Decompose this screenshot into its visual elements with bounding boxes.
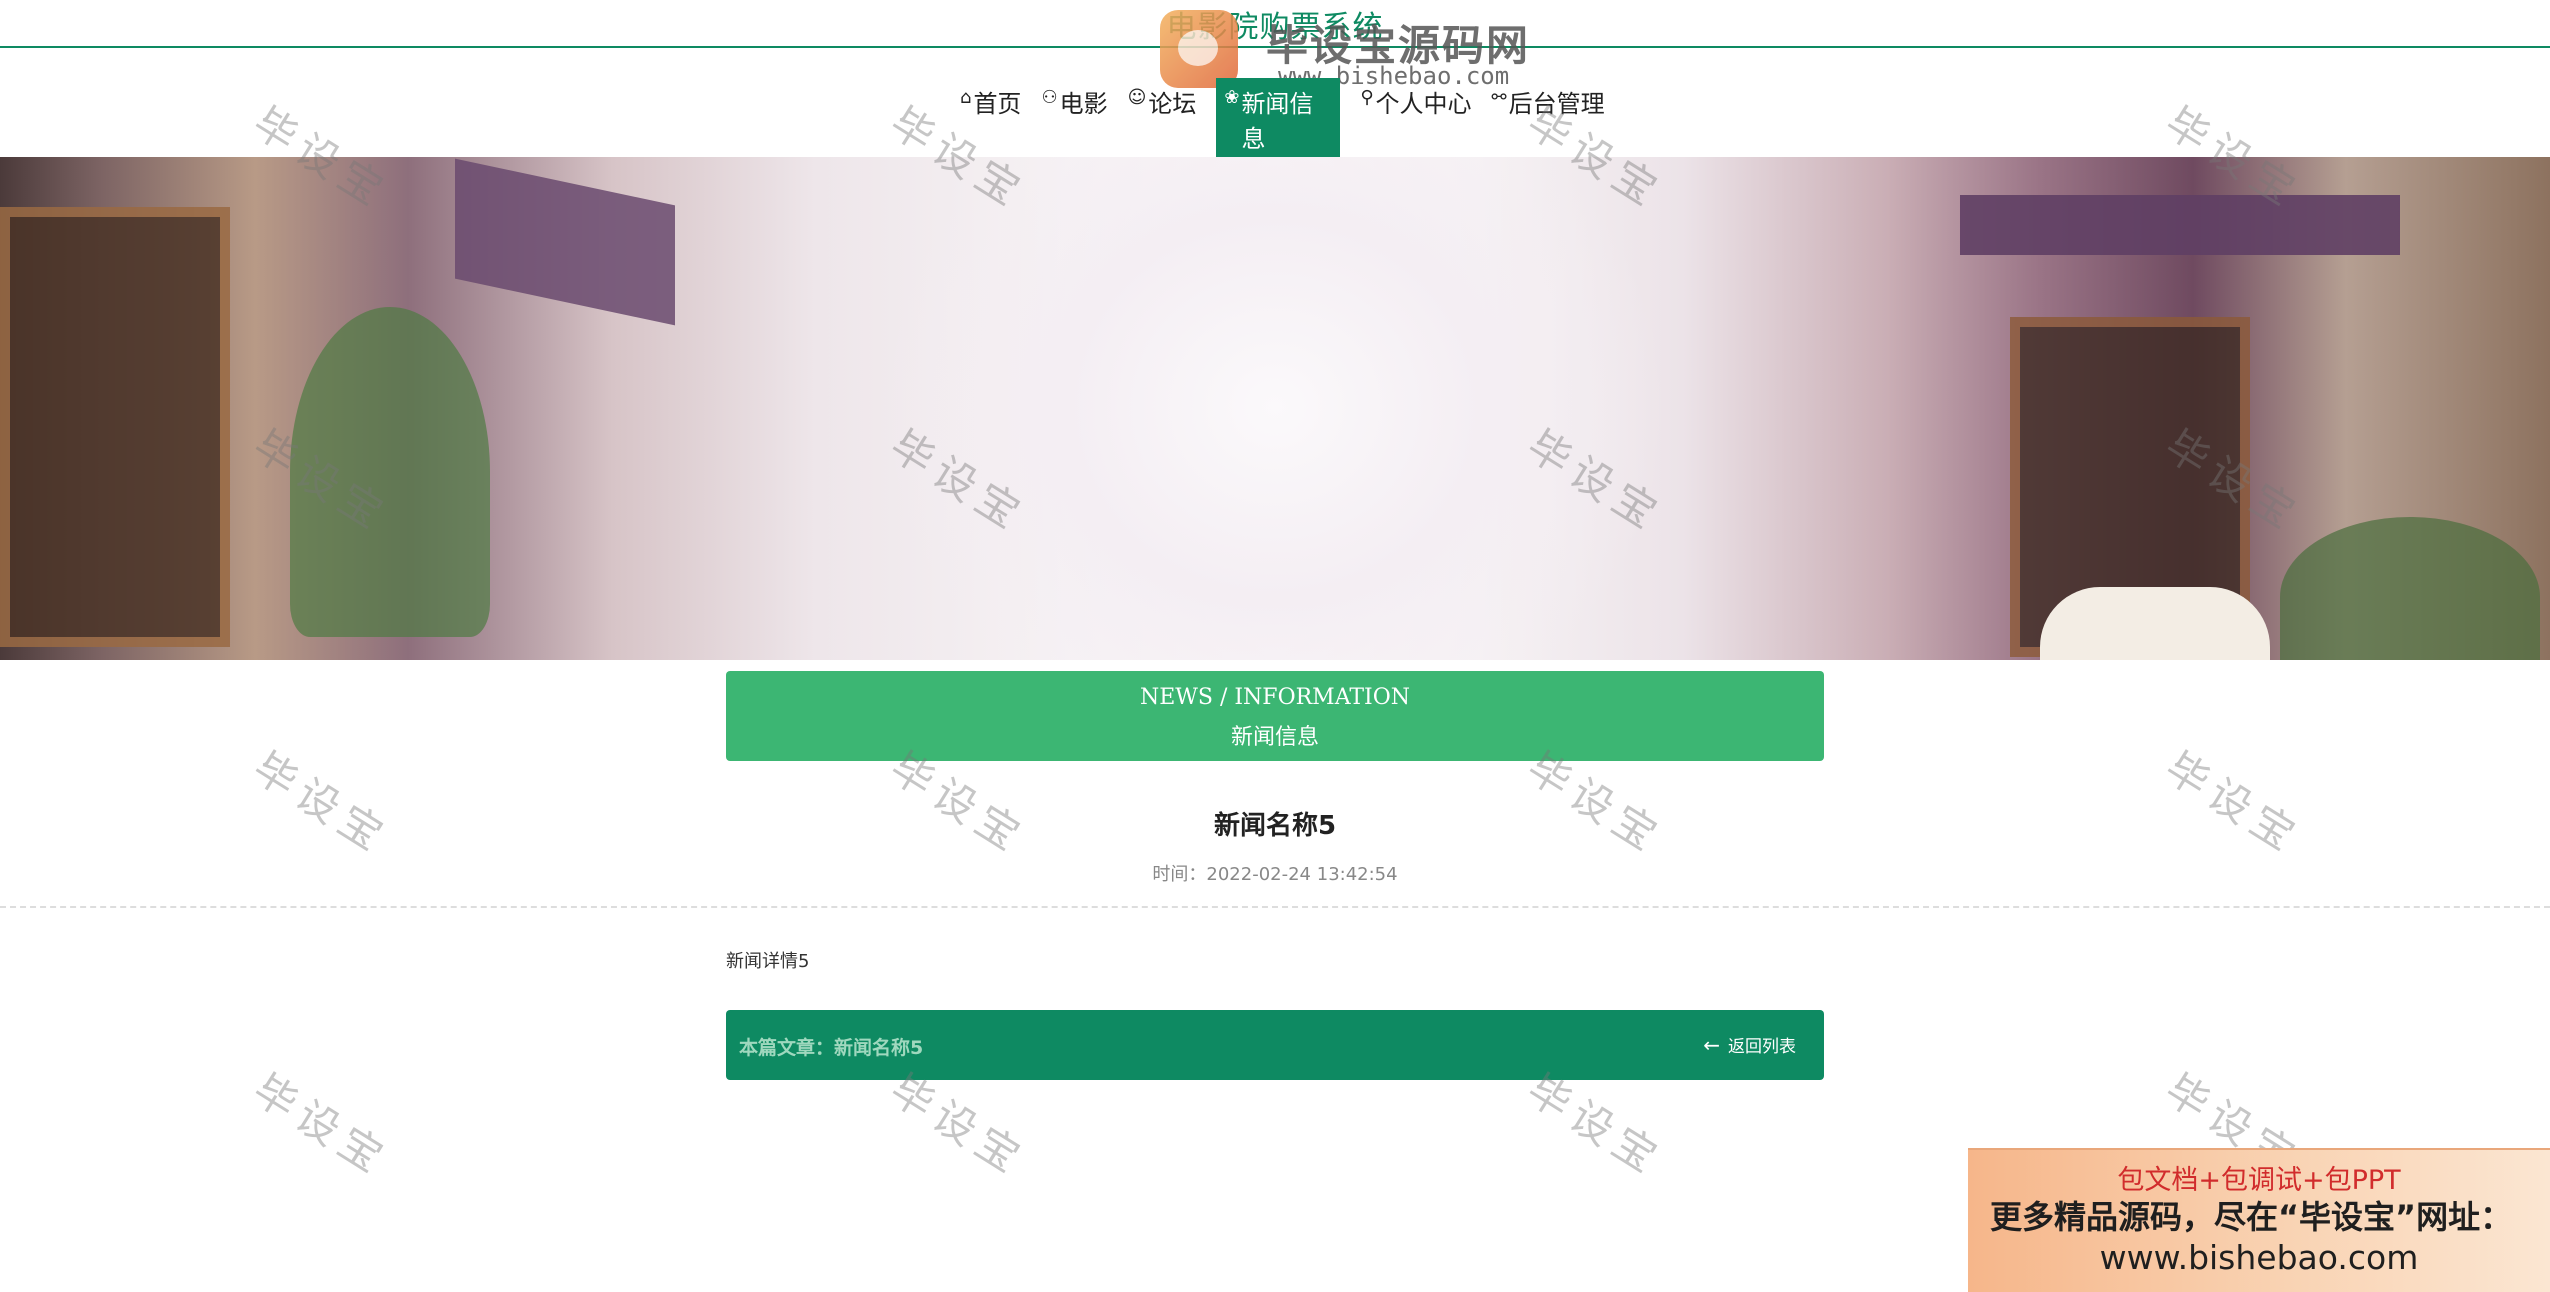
article-time: 时间：2022-02-24 13:42:54	[0, 860, 2550, 886]
back-to-list-button[interactable]: ← 返回列表	[1703, 1032, 1796, 1058]
user-icon: ⚲	[1360, 87, 1374, 108]
watermark: 毕设宝	[2156, 742, 2311, 864]
nav-label-film: 电影	[1059, 90, 1108, 118]
film-icon: ⚇	[1041, 87, 1058, 108]
nav-item-profile[interactable]: ⚲ 个人中心	[1350, 78, 1481, 158]
article-footer-bar: 本篇文章：新闻名称5 ← 返回列表	[726, 1010, 1824, 1080]
promo-ad-banner[interactable]: 包文档+包调试+包PPT 更多精品源码，尽在“毕设宝”网址： www.bishe…	[1968, 1148, 2550, 1292]
nav-item-home[interactable]: ⌂ 首页	[950, 78, 1031, 158]
ad-line-2: 更多精品源码，尽在“毕设宝”网址：	[1990, 1198, 2513, 1236]
article-title: 新闻名称5	[1213, 811, 1337, 841]
watermark: 毕设宝	[244, 742, 399, 864]
article-time-value: 2022-02-24 13:42:54	[1206, 864, 1398, 885]
nav-label-news: 新闻信息	[1241, 90, 1314, 153]
section-title-cn: 新闻信息	[1230, 725, 1319, 750]
current-article: 本篇文章：新闻名称5	[739, 1033, 923, 1060]
nav-item-film[interactable]: ⚇ 电影	[1031, 78, 1117, 158]
nav-label-profile: 个人中心	[1375, 90, 1472, 118]
banner-awning-left	[455, 158, 675, 326]
nav-label-home: 首页	[973, 90, 1022, 118]
current-article-title: 新闻名称5	[834, 1037, 924, 1059]
article-body: 新闻详情5	[726, 951, 810, 972]
section-header: NEWS / INFORMATION 新闻信息	[726, 671, 1824, 761]
watermark: 毕设宝	[244, 1064, 399, 1186]
banner-plant-left	[290, 307, 490, 637]
carousel-banner	[0, 157, 2550, 660]
main-nav: ⌂ 首页 ⚇ 电影 ☺ 论坛 ❀ 新闻信息 ⚲ 个人中心 ⚯ 后台管理	[950, 78, 1615, 158]
nav-label-admin: 后台管理	[1508, 90, 1605, 118]
nav-label-forum: 论坛	[1148, 90, 1197, 118]
banner-scooter	[2040, 587, 2270, 660]
news-icon: ❀	[1224, 87, 1240, 108]
home-icon: ⌂	[960, 87, 972, 108]
nav-item-forum[interactable]: ☺ 论坛	[1118, 78, 1207, 158]
forum-icon: ☺	[1127, 87, 1147, 108]
article-time-label: 时间：	[1152, 864, 1207, 885]
arrow-left-icon: ←	[1703, 1032, 1720, 1057]
back-to-list-label: 返回列表	[1728, 1037, 1796, 1057]
link-icon: ⚯	[1491, 87, 1507, 108]
banner-door-left	[0, 207, 230, 647]
nav-item-news[interactable]: ❀ 新闻信息	[1216, 78, 1341, 158]
ad-line-3: www.bishebao.com	[2099, 1238, 2419, 1277]
nav-item-admin[interactable]: ⚯ 后台管理	[1482, 78, 1615, 158]
section-title-en: NEWS / INFORMATION	[1139, 685, 1411, 710]
banner-awning-right	[1960, 195, 2400, 255]
current-article-label: 本篇文章：	[739, 1037, 835, 1059]
banner-plant-right	[2280, 517, 2540, 660]
divider	[0, 906, 2550, 908]
logo-badge-icon	[1160, 10, 1238, 88]
